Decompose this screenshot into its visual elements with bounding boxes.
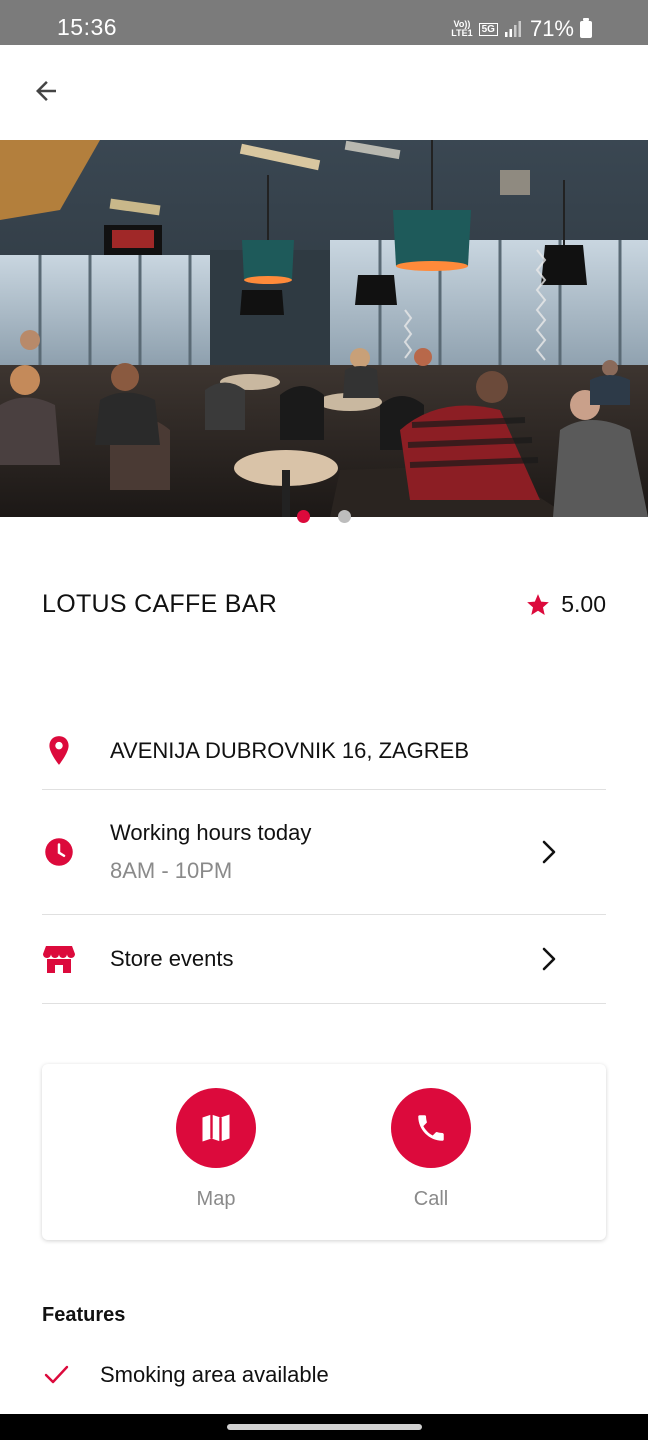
status-icons: Vo)) LTE1 5G 71%	[451, 14, 592, 44]
star-icon	[527, 593, 550, 615]
features-title: Features	[42, 1304, 126, 1326]
cafe-interior-photo	[0, 140, 648, 517]
location-pin-icon	[49, 736, 69, 765]
chevron-right-icon	[542, 840, 556, 864]
chevron-right-icon	[542, 947, 556, 971]
app-bar	[0, 45, 648, 140]
carousel-dot-1[interactable]	[297, 510, 310, 523]
arrow-left-icon	[36, 81, 56, 101]
store-rating: 5.00	[525, 591, 606, 618]
map-button-circle[interactable]	[176, 1088, 256, 1168]
home-gesture-handle[interactable]	[227, 1424, 422, 1430]
call-label: Call	[413, 1188, 449, 1210]
working-hours-value: 8AM - 10PM	[110, 858, 233, 883]
map-icon	[202, 1114, 230, 1142]
working-hours-row[interactable]: Working hours today 8AM - 10PM	[42, 790, 606, 915]
feature-item: Smoking area available	[42, 1362, 329, 1388]
address-text: AVENIJA DUBROVNIK 16, ZAGREB	[110, 738, 470, 763]
back-button[interactable]	[22, 67, 70, 115]
phone-icon	[418, 1115, 444, 1141]
volte-indicator: Vo)) LTE1	[451, 19, 473, 38]
call-button[interactable]: Call	[381, 1088, 481, 1211]
store-events-label: Store events	[110, 946, 234, 971]
hero-image-carousel[interactable]	[0, 140, 648, 517]
map-label: Map	[196, 1188, 236, 1210]
carousel-indicator	[0, 510, 648, 523]
system-nav-bar	[0, 1414, 648, 1440]
store-name: LOTUS CAFFE BAR	[42, 590, 278, 618]
network-type: 5G	[478, 22, 498, 36]
clock-icon	[45, 838, 73, 866]
battery-icon	[580, 17, 592, 38]
store-icon	[43, 946, 75, 973]
check-icon	[44, 1365, 69, 1384]
feature-label: Smoking area available	[100, 1362, 329, 1387]
map-button[interactable]: Map	[166, 1088, 266, 1211]
rating-value: 5.00	[561, 591, 606, 617]
actions-card: Map Call	[42, 1064, 606, 1240]
address-row[interactable]: AVENIJA DUBROVNIK 16, ZAGREB	[42, 713, 606, 790]
status-time: 15:36	[57, 14, 118, 40]
working-hours-label: Working hours today	[110, 820, 312, 845]
store-events-row[interactable]: Store events	[42, 915, 606, 1004]
status-bar: 15:36 Vo)) LTE1 5G 71%	[0, 0, 648, 45]
signal-icon	[504, 21, 521, 37]
carousel-dot-2[interactable]	[338, 510, 351, 523]
call-button-circle[interactable]	[391, 1088, 471, 1168]
battery-percent: 71%	[529, 16, 574, 41]
